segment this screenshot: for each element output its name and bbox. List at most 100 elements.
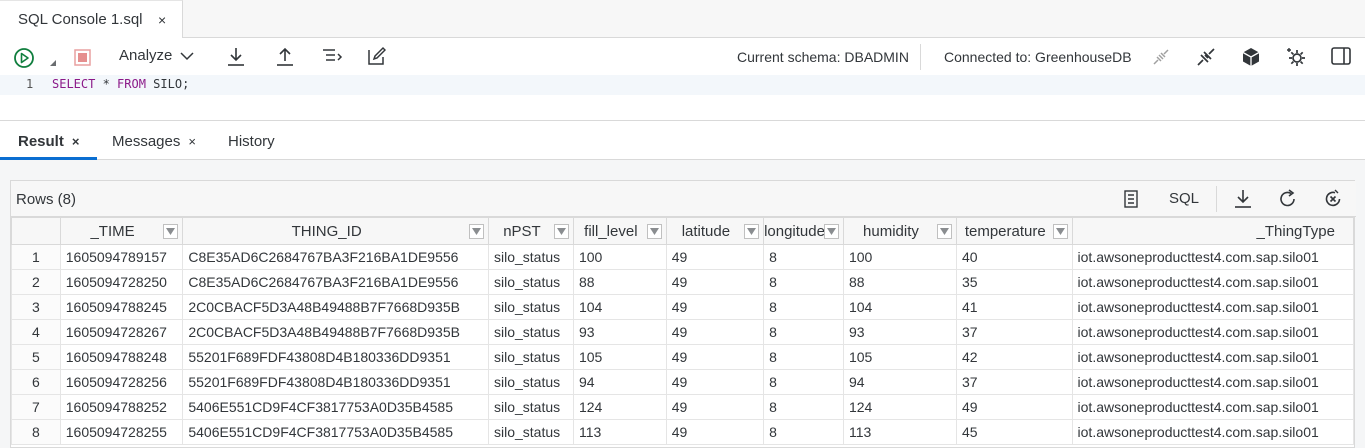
table-cell[interactable]: 1605094728267 (59, 319, 184, 345)
table-cell[interactable]: 105 (842, 344, 957, 370)
table-cell[interactable]: 1605094728250 (59, 269, 184, 295)
table-row[interactable]: 1 1605094789157 C8E35AD6C2684767BA3F216BA1… (11, 244, 1355, 270)
table-cell[interactable]: silo_status (487, 244, 574, 270)
table-cell[interactable]: iot.awsoneproducttest4.com.sap.silo01 (1071, 319, 1355, 345)
table-cell[interactable]: 105 (572, 344, 667, 370)
table-cell[interactable]: 49 (665, 319, 765, 345)
edit-button[interactable] (366, 46, 386, 66)
table-cell[interactable]: 124 (572, 394, 667, 420)
table-cell[interactable]: 49 (665, 419, 765, 445)
run-dropdown-icon[interactable] (50, 60, 56, 66)
tab-sql-console[interactable]: SQL Console 1.sql × (0, 0, 183, 38)
download-button[interactable] (226, 46, 246, 68)
format-button[interactable] (321, 47, 343, 67)
filter-icon[interactable] (823, 224, 839, 239)
table-cell[interactable]: 35 (955, 269, 1073, 295)
close-icon[interactable]: × (188, 134, 196, 149)
table-cell[interactable]: 49 (665, 394, 765, 420)
table-cell[interactable]: iot.awsoneproducttest4.com.sap.silo01 (1071, 369, 1355, 395)
table-cell[interactable]: 55201F689FDF43808D4B180336DD9351 (182, 344, 489, 370)
table-cell[interactable]: 8 (763, 344, 844, 370)
table-cell[interactable]: 41 (955, 294, 1073, 320)
table-cell[interactable]: 37 (955, 369, 1073, 395)
table-cell[interactable]: silo_status (487, 319, 574, 345)
table-row[interactable]: 8 1605094728255 5406E551CD9F4CF3817753A0D3… (11, 419, 1355, 445)
table-cell[interactable]: silo_status (487, 344, 574, 370)
table-cell[interactable]: 5406E551CD9F4CF3817753A0D35B4585 (182, 419, 489, 445)
table-cell[interactable]: 8 (763, 394, 844, 420)
column-header[interactable]: humidity (842, 217, 957, 245)
table-cell[interactable]: 113 (572, 419, 667, 445)
table-cell[interactable]: 100 (842, 244, 957, 270)
disconnect-button[interactable] (1151, 47, 1171, 67)
table-cell[interactable]: 8 (763, 294, 844, 320)
close-icon[interactable]: × (158, 12, 166, 28)
tab-result[interactable]: Result × (18, 133, 79, 150)
table-cell[interactable]: 5406E551CD9F4CF3817753A0D35B4585 (182, 394, 489, 420)
table-cell[interactable]: 55201F689FDF43808D4B180336DD9351 (182, 369, 489, 395)
table-row[interactable]: 2 1605094728250 C8E35AD6C2684767BA3F216BA1… (11, 269, 1355, 295)
tab-messages[interactable]: Messages × (112, 133, 196, 150)
table-cell[interactable]: 37 (955, 319, 1073, 345)
stop-button[interactable] (74, 49, 91, 66)
table-cell[interactable]: 49 (665, 369, 765, 395)
tab-history[interactable]: History (228, 133, 275, 150)
table-cell[interactable]: silo_status (487, 419, 574, 445)
table-cell[interactable]: iot.awsoneproducttest4.com.sap.silo01 (1071, 269, 1355, 295)
filter-icon[interactable] (646, 224, 662, 239)
filter-icon[interactable] (468, 224, 484, 239)
table-cell[interactable]: iot.awsoneproducttest4.com.sap.silo01 (1071, 419, 1355, 445)
table-cell[interactable]: 88 (842, 269, 957, 295)
table-cell[interactable]: 45 (955, 419, 1073, 445)
table-cell[interactable]: 124 (842, 394, 957, 420)
column-header[interactable]: longitude (763, 217, 844, 245)
table-cell[interactable]: 8 (763, 419, 844, 445)
sql-editor[interactable]: 1 SELECT * FROM SILO; (0, 75, 1365, 121)
table-cell[interactable]: 1605094789157 (59, 244, 184, 270)
export-button[interactable] (1233, 188, 1253, 210)
column-settings-button[interactable] (1123, 189, 1139, 209)
settings-button[interactable] (1285, 46, 1307, 68)
column-header[interactable]: _TIME (59, 217, 184, 245)
table-cell[interactable]: iot.awsoneproducttest4.com.sap.silo01 (1071, 394, 1355, 420)
table-cell[interactable]: 2C0CBACF5D3A48B49488B7F7668D935B (182, 319, 489, 345)
table-cell[interactable]: silo_status (487, 369, 574, 395)
table-cell[interactable]: 49 (665, 344, 765, 370)
table-cell[interactable]: 8 (763, 369, 844, 395)
column-header[interactable]: nPST (487, 217, 574, 245)
table-cell[interactable]: 104 (572, 294, 667, 320)
table-cell[interactable]: 8 (763, 269, 844, 295)
table-cell[interactable]: 49 (665, 294, 765, 320)
table-cell[interactable]: 113 (842, 419, 957, 445)
connect-button[interactable] (1195, 46, 1217, 68)
filter-icon[interactable] (163, 224, 179, 239)
column-header[interactable]: _ThingType (1071, 217, 1355, 245)
table-cell[interactable]: iot.awsoneproducttest4.com.sap.silo01 (1071, 344, 1355, 370)
table-cell[interactable]: 8 (763, 244, 844, 270)
close-icon[interactable]: × (72, 134, 80, 149)
table-cell[interactable]: C8E35AD6C2684767BA3F216BA1DE9556 (182, 269, 489, 295)
table-cell[interactable]: 49 (955, 394, 1073, 420)
table-cell[interactable]: iot.awsoneproducttest4.com.sap.silo01 (1071, 244, 1355, 270)
filter-icon[interactable] (936, 224, 952, 239)
table-cell[interactable]: 49 (665, 244, 765, 270)
table-row[interactable]: 5 1605094788248 55201F689FDF43808D4B180336… (11, 344, 1355, 370)
table-cell[interactable]: 1605094728255 (59, 419, 184, 445)
table-cell[interactable]: silo_status (487, 294, 574, 320)
run-button[interactable] (13, 47, 35, 69)
table-cell[interactable]: 88 (572, 269, 667, 295)
sql-code[interactable]: SELECT * FROM SILO; (52, 77, 189, 91)
column-header[interactable]: latitude (665, 217, 765, 245)
table-cell[interactable]: 8 (763, 319, 844, 345)
table-cell[interactable]: 100 (572, 244, 667, 270)
table-row[interactable]: 3 1605094788245 2C0CBACF5D3A48B49488B7F766… (11, 294, 1355, 320)
table-cell[interactable]: 104 (842, 294, 957, 320)
table-cell[interactable]: 40 (955, 244, 1073, 270)
column-header[interactable]: fill_level (572, 217, 667, 245)
table-row[interactable]: 7 1605094788252 5406E551CD9F4CF3817753A0D3… (11, 394, 1355, 420)
filter-icon[interactable] (744, 224, 760, 239)
filter-icon[interactable] (1052, 224, 1068, 239)
sql-button[interactable]: SQL (1169, 190, 1199, 207)
table-cell[interactable]: silo_status (487, 394, 574, 420)
toggle-panel-button[interactable] (1330, 46, 1352, 66)
